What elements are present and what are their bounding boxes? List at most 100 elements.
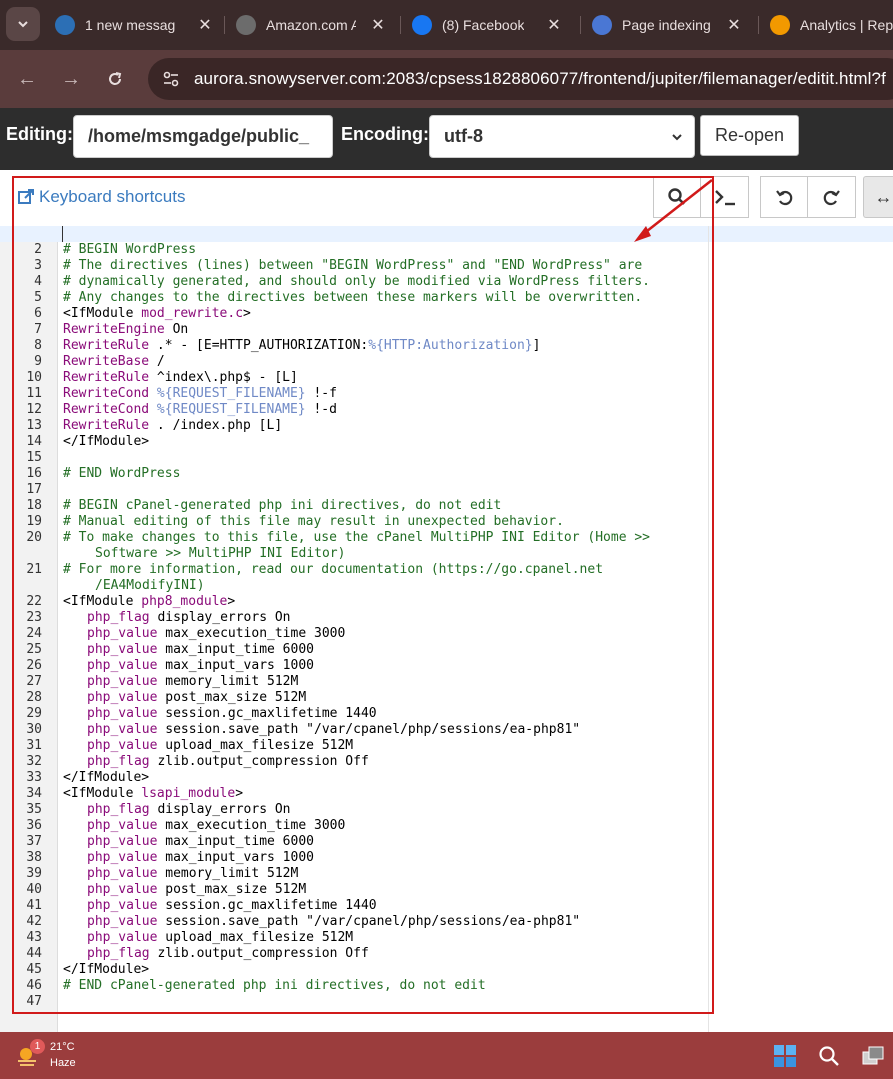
code-text-area[interactable]: # BEGIN WordPress # The directives (lines… <box>0 226 893 1032</box>
forward-button[interactable]: → <box>56 64 86 94</box>
chevron-down-icon <box>18 21 28 28</box>
code-line: php_value upload_max_filesize 512M <box>87 738 354 753</box>
notification-badge: 1 <box>30 1039 45 1054</box>
line-number: 15 <box>26 450 42 465</box>
search-icon <box>819 1046 839 1066</box>
line-number: 21 <box>26 562 42 577</box>
line-number: 27 <box>26 674 42 689</box>
line-number: 42 <box>26 914 42 929</box>
back-button[interactable]: ← <box>12 64 42 94</box>
code-line: php_flag display_errors On <box>87 802 291 817</box>
line-number: 33 <box>26 770 42 785</box>
tab-favicon-icon <box>592 15 612 35</box>
code-line: php_value max_execution_time 3000 <box>87 818 346 833</box>
line-number: 20 <box>26 530 42 545</box>
line-number: 34 <box>26 786 42 801</box>
tab-favicon-icon <box>770 15 790 35</box>
encoding-label: Encoding: <box>341 124 429 144</box>
line-number: 31 <box>26 738 42 753</box>
chevron-down-icon <box>672 134 682 141</box>
code-line-wrap: /EA4ModifyINI) <box>95 578 205 593</box>
arrow-left-right-icon: ↔ <box>874 186 893 207</box>
reload-button[interactable] <box>100 64 130 94</box>
code-line: RewriteCond %{REQUEST_FILENAME} !-d <box>63 402 337 417</box>
editor-actions-row: Keyboard shortcuts ↔ <box>0 170 893 226</box>
code-line: RewriteBase / <box>63 354 165 369</box>
line-number: 23 <box>26 610 42 625</box>
tab-separator <box>758 16 759 34</box>
site-settings-icon[interactable] <box>160 68 182 90</box>
line-number: 36 <box>26 818 42 833</box>
code-line: RewriteCond %{REQUEST_FILENAME} !-f <box>63 386 337 401</box>
code-line: # Manual editing of this file may result… <box>63 514 564 529</box>
goto-line-button[interactable] <box>701 176 749 218</box>
editor-toolbar: Editing: /home/msmgadge/public_ Encoding… <box>0 108 893 170</box>
undo-button[interactable] <box>760 176 808 218</box>
code-line: php_value max_input_time 6000 <box>87 642 314 657</box>
code-line: php_value max_execution_time 3000 <box>87 626 346 641</box>
start-button[interactable] <box>772 1043 798 1069</box>
code-line: <IfModule mod_rewrite.c> <box>63 306 251 321</box>
line-number: 47 <box>26 994 42 1009</box>
tab-separator <box>580 16 581 34</box>
line-number: 3 <box>34 258 42 273</box>
code-line: <IfModule php8_module> <box>63 594 236 609</box>
close-icon[interactable]: ✕ <box>195 15 215 35</box>
code-line: RewriteRule .* - [E=HTTP_AUTHORIZATION:%… <box>63 338 541 353</box>
line-number: 25 <box>26 642 42 657</box>
tab-title: (8) Facebook <box>442 17 525 33</box>
close-icon[interactable]: ✕ <box>544 15 564 35</box>
line-number: 17 <box>26 482 42 497</box>
line-number: 38 <box>26 850 42 865</box>
redo-button[interactable] <box>808 176 856 218</box>
code-line: php_value post_max_size 512M <box>87 882 307 897</box>
line-number: 19 <box>26 514 42 529</box>
close-icon[interactable]: ✕ <box>368 15 388 35</box>
temperature-text: 21°C <box>50 1041 75 1053</box>
tab-search-button[interactable] <box>6 7 40 41</box>
code-line: # For more information, read our documen… <box>63 562 604 577</box>
keyboard-shortcuts-link[interactable]: Keyboard shortcuts <box>17 187 185 207</box>
terminal-icon <box>714 190 735 206</box>
browser-tab[interactable]: Analytics | Rep <box>770 8 893 42</box>
browser-tab[interactable]: (8) Facebook ✕ <box>412 8 564 42</box>
line-number: 6 <box>34 306 42 321</box>
url-text[interactable]: aurora.snowyserver.com:2083/cpsess182880… <box>194 69 886 89</box>
code-line: php_value max_input_time 6000 <box>87 834 314 849</box>
reopen-button[interactable]: Re-open <box>700 115 799 156</box>
browser-tab[interactable]: Amazon.com A ✕ <box>236 8 388 42</box>
line-number: 45 <box>26 962 42 977</box>
taskbar-search-button[interactable] <box>816 1043 842 1069</box>
line-number: 13 <box>26 418 42 433</box>
tab-favicon-icon <box>412 15 432 35</box>
line-number: 12 <box>26 402 42 417</box>
code-line: # END cPanel-generated php ini directive… <box>63 978 486 993</box>
line-number: 35 <box>26 802 42 817</box>
tab-title: Amazon.com A <box>266 17 356 33</box>
wrap-toggle-button[interactable]: ↔ <box>863 176 893 218</box>
weather-condition-text: Haze <box>50 1057 76 1069</box>
line-number: 26 <box>26 658 42 673</box>
code-line: </IfModule> <box>63 962 150 977</box>
browser-navbar: ← → aurora.snowyserver.com:2083/cpsess18… <box>0 50 893 108</box>
search-button[interactable] <box>653 176 701 218</box>
code-line: php_value session.save_path "/var/cpanel… <box>87 722 581 737</box>
close-icon[interactable]: ✕ <box>724 15 744 35</box>
browser-tab[interactable]: 1 new message ✕ <box>55 8 215 42</box>
code-line: RewriteRule ^index\.php$ - [L] <box>63 370 298 385</box>
encoding-select[interactable]: utf-8 <box>429 115 695 158</box>
print-margin <box>708 226 709 1032</box>
keyboard-shortcuts-text: Keyboard shortcuts <box>39 187 186 206</box>
tab-title: Analytics | Rep <box>800 17 893 33</box>
taskbar: 1 21°C Haze <box>0 1032 893 1079</box>
task-view-button[interactable] <box>860 1043 886 1069</box>
line-number: 9 <box>34 354 42 369</box>
line-number: 22 <box>26 594 42 609</box>
address-bar[interactable]: aurora.snowyserver.com:2083/cpsess182880… <box>148 58 893 100</box>
code-line: # To make changes to this file, use the … <box>63 530 650 545</box>
line-number: 8 <box>34 338 42 353</box>
tab-separator <box>400 16 401 34</box>
file-path-input[interactable]: /home/msmgadge/public_ <box>73 115 333 158</box>
browser-tab[interactable]: Page indexing ✕ <box>592 8 744 42</box>
line-number: 5 <box>34 290 42 305</box>
